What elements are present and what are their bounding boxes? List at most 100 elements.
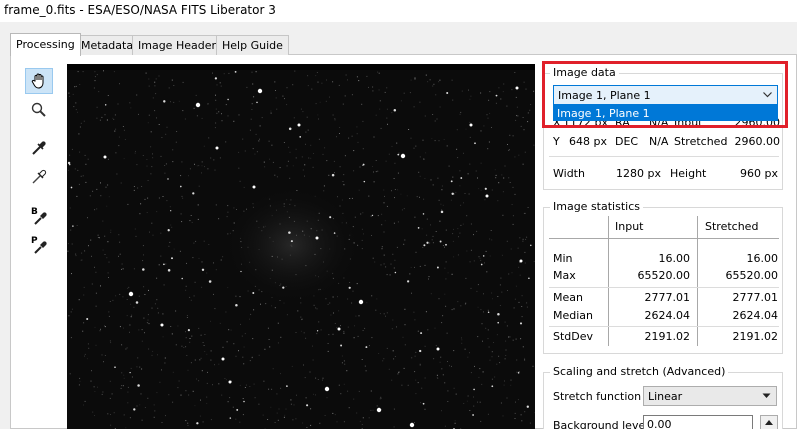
stretch-function-select[interactable]: Linear: [643, 386, 777, 406]
background-noise-speck: [140, 203, 142, 205]
background-noise-speck: [123, 327, 124, 329]
star: [515, 86, 519, 90]
stat-stretched-value: 65520.00: [725, 269, 779, 282]
faint-star: [363, 180, 366, 183]
background-noise-speck: [206, 396, 208, 398]
tab-metadata[interactable]: Metadata: [75, 35, 140, 55]
background-noise-speck: [383, 231, 385, 233]
background-noise-speck: [436, 374, 438, 376]
background-noise-speck: [510, 379, 512, 381]
background-level-input[interactable]: 0.00: [643, 415, 753, 429]
background-noise-speck: [170, 326, 172, 327]
background-noise-speck: [261, 291, 263, 293]
background-noise-speck: [139, 213, 141, 215]
background-noise-speck: [317, 81, 319, 83]
background-noise-speck: [366, 302, 368, 304]
background-noise-speck: [136, 94, 138, 96]
background-noise-speck: [455, 393, 457, 395]
background-noise-speck: [79, 377, 81, 379]
background-noise-speck: [171, 79, 173, 81]
zoom-tool-button[interactable]: [25, 97, 53, 123]
background-noise-speck: [491, 292, 493, 294]
background-noise-speck: [123, 377, 125, 379]
background-noise-speck: [383, 202, 385, 204]
black-point-tool-button[interactable]: B: [25, 204, 53, 230]
background-noise-speck: [313, 153, 314, 154]
background-noise-speck: [362, 212, 364, 214]
background-noise-speck: [468, 193, 470, 195]
background-noise-speck: [487, 148, 489, 150]
background-noise-speck: [71, 243, 73, 245]
tab-image-headers[interactable]: Image Headers: [132, 35, 228, 55]
chevron-down-icon: [763, 92, 772, 98]
background-noise-speck: [189, 338, 191, 339]
background-noise-speck: [214, 308, 216, 310]
background-noise-speck: [69, 95, 71, 97]
tab-help-guide[interactable]: Help Guide: [216, 35, 289, 55]
background-noise-speck: [71, 273, 72, 275]
background-noise-speck: [479, 401, 481, 403]
background-noise-speck: [366, 75, 368, 77]
tab-processing[interactable]: Processing: [10, 33, 81, 56]
hand-tool-button[interactable]: [25, 68, 53, 94]
background-noise-speck: [372, 409, 374, 411]
background-noise-speck: [518, 301, 520, 303]
faint-star: [460, 177, 463, 179]
background-noise-speck: [90, 239, 92, 241]
background-noise-speck: [317, 379, 319, 380]
background-noise-speck: [258, 354, 260, 356]
background-noise-speck: [221, 394, 223, 396]
background-noise-speck: [328, 174, 330, 176]
background-noise-speck: [156, 211, 158, 213]
background-noise-speck: [194, 163, 195, 165]
divider: [549, 156, 779, 157]
background-level-spinner[interactable]: [760, 415, 778, 429]
background-noise-speck: [165, 415, 166, 417]
background-noise-speck: [473, 234, 474, 236]
background-noise-speck: [91, 283, 93, 285]
background-noise-speck: [131, 376, 133, 378]
height-label: Height: [670, 167, 707, 180]
background-noise-speck: [391, 145, 393, 147]
background-noise-speck: [489, 255, 491, 257]
eyedropper-tool-button[interactable]: [25, 135, 53, 161]
background-noise-speck: [460, 224, 462, 226]
eyedropper-plus-tool-button[interactable]: [25, 164, 53, 190]
background-noise-speck: [303, 234, 305, 236]
background-noise-speck: [386, 312, 388, 314]
background-noise-speck: [379, 100, 381, 102]
background-noise-speck: [391, 190, 392, 192]
image-preview[interactable]: [67, 64, 535, 429]
stat-stretched-value: 2624.04: [732, 309, 779, 322]
star: [315, 236, 319, 240]
background-noise-speck: [310, 408, 312, 410]
background-noise-speck: [410, 137, 412, 139]
background-noise-speck: [224, 378, 226, 379]
background-noise-speck: [94, 391, 96, 392]
peak-point-tool-button[interactable]: P: [25, 233, 53, 259]
faint-star: [135, 301, 139, 304]
faint-star: [170, 210, 172, 212]
background-noise-speck: [212, 72, 213, 74]
background-noise-speck: [453, 308, 455, 310]
background-noise-speck: [451, 273, 453, 275]
background-noise-speck: [380, 127, 382, 129]
background-noise-speck: [286, 165, 288, 167]
background-noise-speck: [246, 208, 247, 210]
image-plane-select[interactable]: Image 1, Plane 1: [553, 85, 778, 105]
background-noise-speck: [72, 93, 74, 95]
background-noise-speck: [457, 301, 459, 303]
background-noise-speck: [406, 195, 408, 197]
background-noise-speck: [118, 145, 120, 147]
background-noise-speck: [75, 253, 77, 255]
background-noise-speck: [326, 79, 327, 81]
background-noise-speck: [147, 314, 149, 316]
background-noise-speck: [307, 129, 309, 131]
background-noise-speck: [123, 158, 125, 160]
background-noise-speck: [275, 90, 276, 91]
background-noise-speck: [151, 222, 153, 224]
background-noise-speck: [78, 183, 80, 185]
background-noise-speck: [502, 91, 504, 93]
image-plane-option[interactable]: Image 1, Plane 1: [553, 105, 778, 121]
background-noise-speck: [441, 322, 443, 324]
